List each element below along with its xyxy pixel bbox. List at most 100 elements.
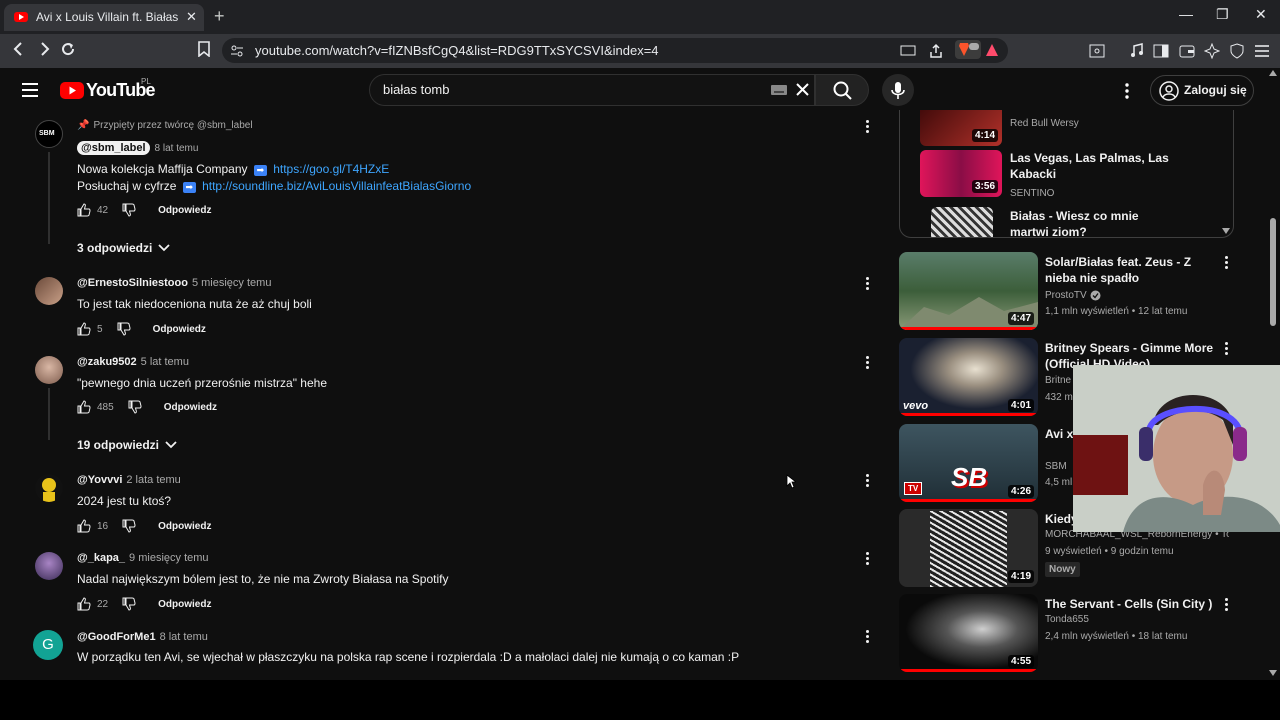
comment-menu-icon[interactable] [866, 277, 870, 292]
sidebar-toggle-icon[interactable] [1153, 43, 1169, 59]
avatar[interactable] [35, 474, 63, 502]
url-text[interactable]: youtube.com/watch?v=fIZNBsfCgQ4&list=RDG… [255, 43, 659, 58]
brave-rewards-icon[interactable] [985, 43, 999, 57]
dislike-icon[interactable] [122, 203, 136, 217]
like-icon[interactable] [77, 400, 91, 414]
forward-icon[interactable] [37, 41, 51, 57]
maximize-icon[interactable]: ❐ [1216, 6, 1229, 23]
avatar[interactable] [35, 356, 63, 384]
site-settings-icon[interactable] [230, 44, 244, 58]
guide-menu-icon[interactable] [22, 83, 38, 97]
video-thumbnail[interactable]: 4:19 [899, 509, 1038, 587]
page-scrollbar-thumb[interactable] [1270, 218, 1276, 326]
comment-time[interactable]: 8 lat temu [155, 143, 199, 154]
reply-button[interactable]: Odpowiedz [158, 205, 211, 216]
playlist-item-channel[interactable]: SENTINO [1010, 188, 1054, 199]
cast-icon[interactable] [900, 44, 916, 58]
video-channel[interactable]: Tonda655 [1045, 614, 1089, 625]
comment-author[interactable]: @Yovvvi [77, 474, 122, 486]
video-thumbnail[interactable]: 4:47 [899, 252, 1038, 330]
soundline-link[interactable]: http://soundline.biz/AviLouisVillainfeat… [202, 179, 471, 193]
comment-menu-icon[interactable] [866, 552, 870, 567]
collection-link[interactable]: https://goo.gl/T4HZxE [273, 162, 389, 176]
tab-close-icon[interactable]: ✕ [186, 9, 197, 25]
like-icon[interactable] [77, 203, 91, 217]
reload-icon[interactable] [60, 41, 76, 57]
video-menu-icon[interactable] [1225, 342, 1229, 357]
video-thumbnail[interactable]: SB TV 4:26 [899, 424, 1038, 502]
scroll-up-arrow-icon[interactable] [1269, 70, 1277, 76]
new-tab-button[interactable]: + [214, 6, 225, 27]
comment-author[interactable]: @_kapa_ [77, 552, 125, 564]
wallet-icon[interactable] [1179, 43, 1195, 59]
minimize-icon[interactable]: — [1179, 6, 1193, 22]
reply-button[interactable]: Odpowiedz [153, 324, 206, 335]
avatar[interactable]: SBM [35, 120, 63, 148]
voice-search-button[interactable] [882, 74, 914, 106]
browser-menu-icon[interactable] [1254, 43, 1270, 59]
playlist-item-title[interactable]: Las Vegas, Las Palmas, Las Kabacki [1010, 150, 1180, 182]
video-thumbnail[interactable]: vevo 4:01 [899, 338, 1038, 416]
dislike-icon[interactable] [117, 322, 131, 336]
search-input[interactable]: białas tomb [383, 82, 449, 97]
comment-menu-icon[interactable] [866, 356, 870, 371]
youtube-logo-icon[interactable] [60, 82, 84, 99]
replies-toggle[interactable]: 19 odpowiedzi [77, 438, 177, 452]
video-menu-icon[interactable] [1225, 598, 1229, 613]
comment-author[interactable]: @GoodForMe1 [77, 631, 156, 643]
playlist-item-channel[interactable]: Red Bull Wersy [1010, 118, 1079, 129]
comment-time[interactable]: 5 miesięcy temu [192, 277, 271, 289]
comment-time[interactable]: 8 lat temu [160, 631, 208, 643]
like-icon[interactable] [77, 597, 91, 611]
video-channel[interactable]: SBM [1045, 461, 1067, 472]
video-title[interactable]: Solar/Białas feat. Zeus - Z nieba nie sp… [1045, 254, 1220, 286]
video-title[interactable]: The Servant - Cells (Sin City ) [1045, 596, 1220, 612]
search-button[interactable] [815, 74, 869, 106]
playlist-thumbnail[interactable]: 3:56 [920, 150, 1002, 197]
comment-menu-icon[interactable] [866, 120, 870, 135]
reply-button[interactable]: Odpowiedz [158, 599, 211, 610]
video-channel[interactable]: Britne [1045, 375, 1071, 386]
browser-tab[interactable]: Avi x Louis Villain ft. Białas - Gior ✕ [4, 4, 204, 31]
comment-time[interactable]: 2 lata temu [126, 474, 180, 486]
video-menu-icon[interactable] [1225, 256, 1229, 271]
comment-time[interactable]: 9 miesięcy temu [129, 552, 208, 564]
back-icon[interactable] [12, 41, 26, 57]
comment-author[interactable]: @sbm_label [77, 141, 150, 155]
like-icon[interactable] [77, 322, 91, 336]
vpn-shield-icon[interactable] [1229, 43, 1245, 59]
replies-toggle[interactable]: 3 odpowiedzi [77, 241, 170, 255]
dislike-icon[interactable] [122, 597, 136, 611]
scroll-down-arrow-icon[interactable] [1222, 228, 1230, 234]
share-icon[interactable] [928, 43, 944, 59]
comment-author[interactable]: @zaku9502 [77, 356, 137, 368]
settings-kebab-icon[interactable] [1125, 83, 1129, 99]
comment-menu-icon[interactable] [866, 630, 870, 645]
video-channel[interactable]: ProstoTV [1045, 290, 1087, 301]
window-close-icon[interactable]: ✕ [1255, 6, 1267, 23]
clear-search-icon[interactable] [796, 83, 809, 96]
dislike-icon[interactable] [122, 519, 136, 533]
reader-mode-icon[interactable] [1089, 43, 1105, 59]
media-icon[interactable] [1129, 43, 1145, 59]
comment-menu-icon[interactable] [866, 474, 870, 489]
reply-button[interactable]: Odpowiedz [158, 521, 211, 532]
video-thumbnail[interactable]: 4:55 [899, 594, 1038, 672]
keyboard-icon[interactable] [771, 85, 787, 95]
like-icon[interactable] [77, 519, 91, 533]
comment-time[interactable]: 5 lat temu [141, 356, 189, 368]
bookmark-icon[interactable] [197, 41, 211, 57]
avatar[interactable] [35, 552, 63, 580]
avatar[interactable]: G [33, 630, 63, 660]
sign-in-button[interactable]: Zaloguj się [1150, 75, 1254, 106]
playlist-thumbnail[interactable]: 4:14 [920, 110, 1002, 146]
brave-shields-button[interactable] [955, 40, 981, 59]
avatar[interactable] [35, 277, 63, 305]
leo-ai-icon[interactable] [1204, 43, 1220, 59]
reply-button[interactable]: Odpowiedz [164, 402, 217, 413]
scroll-down-arrow-icon[interactable] [1269, 670, 1277, 676]
playlist-thumbnail[interactable] [931, 207, 993, 237]
playlist-item-title[interactable]: Białas - Wiesz co mnie martwi ziom? [1010, 208, 1180, 237]
comment-author[interactable]: @ErnestoSilniestooo [77, 277, 188, 289]
dislike-icon[interactable] [128, 400, 142, 414]
